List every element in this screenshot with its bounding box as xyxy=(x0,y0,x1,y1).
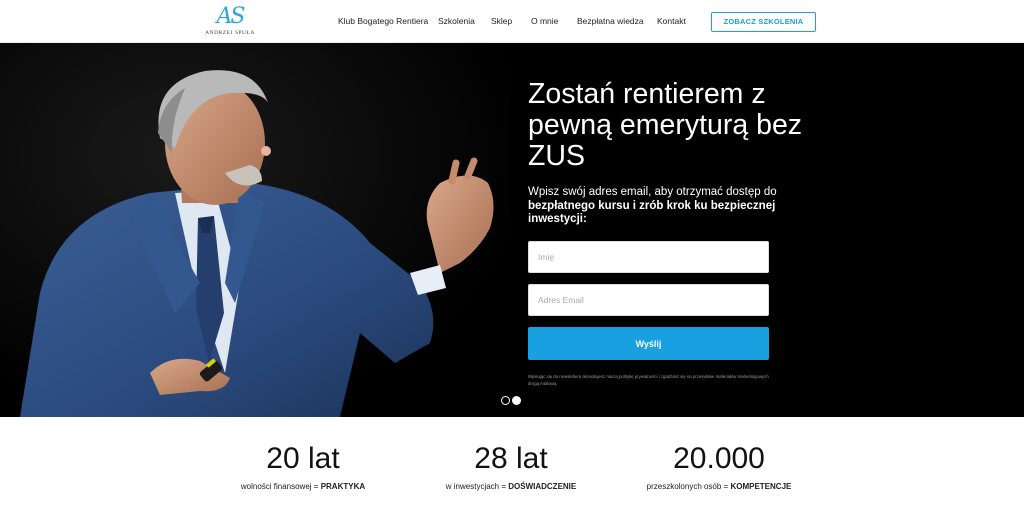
stat-label: wolności finansowej = PRAKTYKA xyxy=(203,481,403,493)
hero-title: Zostań rentierem z pewną emeryturą bez Z… xyxy=(528,78,803,172)
submit-button[interactable]: Wyślij xyxy=(528,327,769,360)
hero-description: Wpisz swój adres email, aby otrzymać dos… xyxy=(528,186,778,227)
nav-item-bezplatna-wiedza[interactable]: Bezpłatna wiedza xyxy=(577,14,644,28)
stat-item: 28 lat w inwestycjach = DOŚWIADCZENIE xyxy=(411,441,611,493)
stat-label-emphasis: PRAKTYKA xyxy=(320,482,366,491)
nav-item-o-mnie[interactable]: O mnie xyxy=(531,14,558,28)
slider-dot-1[interactable] xyxy=(501,396,510,405)
name-input[interactable] xyxy=(528,241,769,273)
nav-item-sklep[interactable]: Sklep xyxy=(491,14,512,28)
stat-label-emphasis: KOMPETENCJE xyxy=(730,482,792,491)
nav-item-klub[interactable]: Klub Bogatego Rentiera xyxy=(338,14,428,28)
slider-dot-2-active[interactable] xyxy=(512,396,521,405)
logo-mark: AS xyxy=(216,4,246,29)
stat-label-text: wolności finansowej = xyxy=(240,482,321,491)
stat-value: 20.000 xyxy=(673,442,765,475)
stat-item: 20.000 przeszkolonych osób = KOMPETENCJE xyxy=(619,441,819,493)
stat-item: 20 lat wolności finansowej = PRAKTYKA xyxy=(203,441,403,493)
see-trainings-button[interactable]: ZOBACZ SZKOLENIA xyxy=(711,12,816,32)
nav-item-kontakt[interactable]: Kontakt xyxy=(657,14,686,28)
site-header: AS ANDRZEJ SPUŁA Klub Bogatego Rentiera … xyxy=(0,0,1024,43)
nav-item-szkolenia[interactable]: Szkolenia xyxy=(438,14,475,28)
newsletter-disclaimer: Wpisując się do newslettera akceptujesz … xyxy=(528,374,769,386)
logo[interactable]: AS ANDRZEJ SPUŁA xyxy=(203,5,257,39)
hero-description-bold: bezpłatnego kursu i zrób krok ku bezpiec… xyxy=(528,199,776,226)
logo-name: ANDRZEJ SPUŁA xyxy=(205,30,255,36)
speaker-photo xyxy=(0,43,510,417)
stat-label-text: w inwestycjach = xyxy=(445,482,509,491)
stat-label-text: przeszkolonych osób = xyxy=(646,482,731,491)
stat-value: 20 lat xyxy=(266,442,340,475)
hero-slider: Zostań rentierem z pewną emeryturą bez Z… xyxy=(0,43,1024,417)
hero-description-text: Wpisz swój adres email, aby otrzymać dos… xyxy=(528,186,777,198)
stat-label: przeszkolonych osób = KOMPETENCJE xyxy=(619,481,819,493)
stat-value: 28 lat xyxy=(474,442,548,475)
email-input[interactable] xyxy=(528,284,769,316)
stat-label: w inwestycjach = DOŚWIADCZENIE xyxy=(411,481,611,493)
stat-label-emphasis: DOŚWIADCZENIE xyxy=(508,482,577,491)
